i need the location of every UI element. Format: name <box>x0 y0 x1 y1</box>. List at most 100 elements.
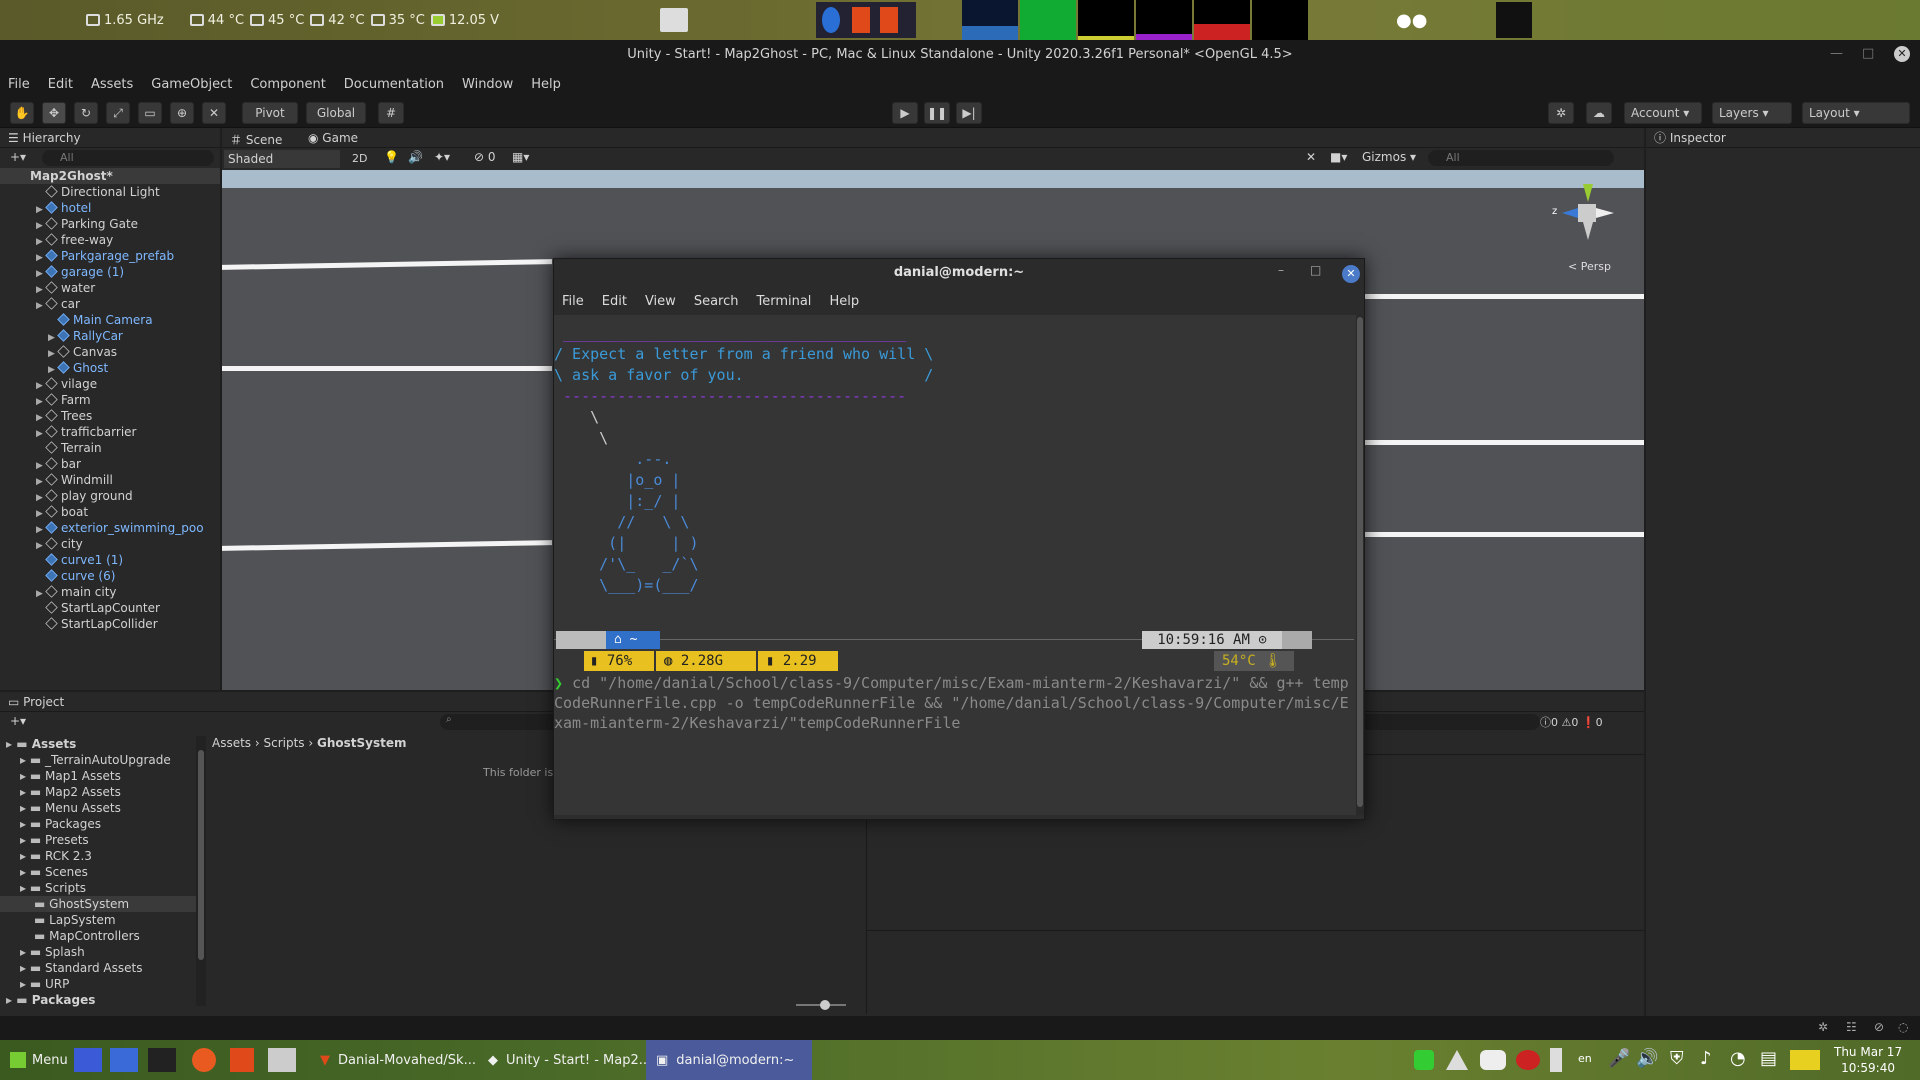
project-folder-item[interactable]: ▸ ▬ Standard Assets <box>0 960 196 976</box>
scale-tool-icon[interactable]: ⤢ <box>106 102 130 124</box>
effects-icon[interactable]: ✦▾ <box>434 150 450 164</box>
hierarchy-item[interactable]: ▶ Canvas <box>0 344 117 360</box>
hierarchy-item[interactable]: ▶ Ghost <box>0 360 108 376</box>
breadcrumb-scripts[interactable]: Scripts <box>264 736 305 750</box>
minimize-icon[interactable]: — <box>1830 46 1843 61</box>
vpn-icon[interactable] <box>1446 1050 1468 1070</box>
hierarchy-item[interactable]: curve (6) <box>0 568 115 584</box>
grid-icon[interactable]: ▦▾ <box>512 150 529 164</box>
hierarchy-item[interactable]: ▶ Windmill <box>0 472 113 488</box>
terminal-minimize-icon[interactable]: – <box>1278 263 1284 277</box>
notes-icon[interactable] <box>1790 1050 1820 1070</box>
window-switcher-icon[interactable] <box>660 8 688 32</box>
icon-size-slider[interactable] <box>796 1000 846 1010</box>
shield-icon[interactable]: ⛨ <box>1670 1048 1684 1069</box>
update-icon[interactable] <box>1414 1050 1434 1070</box>
term-menu-file[interactable]: File <box>562 294 584 309</box>
files-icon[interactable] <box>110 1048 138 1072</box>
bug-icon[interactable]: ✲ <box>1818 1020 1828 1034</box>
project-folder-item[interactable]: ▸ ▬ Assets <box>0 736 196 752</box>
hierarchy-item[interactable]: ▶ vilage <box>0 376 97 392</box>
cache-icon[interactable]: ☷ <box>1846 1020 1857 1034</box>
hierarchy-item[interactable]: ▶ main city <box>0 584 117 600</box>
terminal-window[interactable]: danial@modern:~ – □ ✕ File Edit View Sea… <box>553 258 1365 820</box>
brave-launcher-icon[interactable] <box>230 1048 254 1072</box>
hierarchy-item[interactable]: ▶ Parking Gate <box>0 216 138 232</box>
camera-icon[interactable]: ■▾ <box>1330 150 1347 164</box>
hidden-objects-icon[interactable]: ⊘ 0 <box>474 150 496 164</box>
project-folder-item[interactable]: ▸ ▬ Map1 Assets <box>0 768 196 784</box>
hierarchy-item[interactable]: ▶ RallyCar <box>0 328 123 344</box>
hierarchy-search-input[interactable]: All <box>42 150 214 166</box>
task-terminal[interactable]: ▣ danial@modern:~ <box>646 1040 812 1080</box>
term-menu-edit[interactable]: Edit <box>602 294 627 309</box>
clock[interactable]: Thu Mar 17 10:59:40 <box>1834 1044 1902 1076</box>
play-icon[interactable]: ▶ <box>892 102 918 124</box>
project-folder-item[interactable]: ▸ ▬ RCK 2.3 <box>0 848 196 864</box>
rect-tool-icon[interactable]: ▭ <box>138 102 162 124</box>
project-folder-item[interactable]: ▸ ▬ Packages <box>0 816 196 832</box>
hierarchy-item[interactable]: Terrain <box>0 440 102 456</box>
close-icon[interactable]: ✕ <box>1894 46 1910 62</box>
maximize-icon[interactable]: □ <box>1862 46 1874 61</box>
progress-icon[interactable]: ⊘ <box>1874 1020 1884 1034</box>
shading-dropdown[interactable]: Shaded <box>224 150 340 168</box>
persp-label[interactable]: < Persp <box>1568 260 1611 273</box>
project-folder-item[interactable]: ▸ ▬ Scripts <box>0 880 196 896</box>
workspace-applet-icon[interactable] <box>1496 2 1532 38</box>
add-object-button[interactable]: +▾ <box>10 150 26 164</box>
grid-snap-icon[interactable]: # <box>378 102 404 124</box>
menu-gameobject[interactable]: GameObject <box>151 77 232 92</box>
hierarchy-item[interactable]: ▶ garage (1) <box>0 264 124 280</box>
wifi-icon[interactable]: ◔ <box>1730 1048 1746 1069</box>
terminal-launcher-icon[interactable] <box>148 1048 176 1072</box>
pivot-button[interactable]: Pivot <box>242 102 298 124</box>
term-menu-help[interactable]: Help <box>829 294 859 309</box>
hierarchy-item[interactable]: ▶ car <box>0 296 80 312</box>
project-folder-item[interactable]: ▸ ▬ _TerrainAutoUpgrade <box>0 752 196 768</box>
global-button[interactable]: Global <box>306 102 366 124</box>
terminal-output[interactable]: ______________________________________ / … <box>554 315 1356 815</box>
spinner-icon[interactable]: ◌ <box>1898 1020 1908 1034</box>
brave-icon[interactable] <box>880 7 898 33</box>
term-menu-search[interactable]: Search <box>694 294 739 309</box>
hierarchy-item[interactable]: curve1 (1) <box>0 552 123 568</box>
hierarchy-item[interactable]: ▶ trafficbarrier <box>0 424 136 440</box>
breadcrumb-ghostsystem[interactable]: GhostSystem <box>317 736 407 750</box>
clipboard-icon[interactable]: ▤ <box>1760 1048 1777 1069</box>
microphone-icon[interactable]: 🎤 <box>1608 1048 1630 1069</box>
keyboard-layout[interactable]: en <box>1578 1052 1592 1065</box>
hierarchy-item[interactable]: ▶ water <box>0 280 95 296</box>
project-folder-item[interactable]: ▸ ▬ Map2 Assets <box>0 784 196 800</box>
hierarchy-item[interactable]: ▶ bar <box>0 456 81 472</box>
gizmos-dropdown[interactable]: Gizmos ▾ <box>1362 150 1416 164</box>
cloud-icon[interactable]: ☁ <box>1586 102 1612 124</box>
layout-dropdown[interactable]: Layout ▾ <box>1802 102 1910 124</box>
firefox-icon[interactable] <box>192 1048 216 1072</box>
hierarchy-item[interactable]: ▶ boat <box>0 504 88 520</box>
tools-icon[interactable]: ✕ <box>1306 150 1316 164</box>
project-folder-item[interactable]: ▸ ▬ Scenes <box>0 864 196 880</box>
hierarchy-item[interactable]: ▶ Parkgarage_prefab <box>0 248 174 264</box>
2d-toggle[interactable]: 2D <box>352 150 374 168</box>
hierarchy-item[interactable]: ▶ Trees <box>0 408 92 424</box>
transform-tool-icon[interactable]: ⊕ <box>170 102 194 124</box>
task-brave[interactable]: ▼ Danial-Movahed/Sk... <box>310 1040 486 1080</box>
inspector-tab[interactable]: ⓘ Inspector <box>1646 128 1920 148</box>
menu-component[interactable]: Component <box>250 77 325 92</box>
terminal-close-icon[interactable]: ✕ <box>1342 265 1360 283</box>
package-icon[interactable] <box>268 1048 296 1072</box>
pause-icon[interactable]: ❚❚ <box>924 102 950 124</box>
menu-assets[interactable]: Assets <box>91 77 133 92</box>
term-menu-terminal[interactable]: Terminal <box>756 294 811 309</box>
hierarchy-item[interactable]: ▶ city <box>0 536 83 552</box>
layers-dropdown[interactable]: Layers ▾ <box>1712 102 1792 124</box>
hierarchy-tab[interactable]: ☰ Hierarchy <box>0 128 220 148</box>
custom-tool-icon[interactable]: ✕ <box>202 102 226 124</box>
project-folder-item[interactable]: ▸ ▬ Packages <box>0 992 196 1008</box>
scene-gizmo[interactable]: z <box>1552 184 1622 254</box>
collab-icon[interactable]: ✲ <box>1548 102 1574 124</box>
scene-root-row[interactable]: Map2Ghost* <box>0 168 220 184</box>
audio-icon[interactable]: 🔊 <box>408 150 423 164</box>
project-folder-item[interactable]: ▬ GhostSystem <box>0 896 196 912</box>
